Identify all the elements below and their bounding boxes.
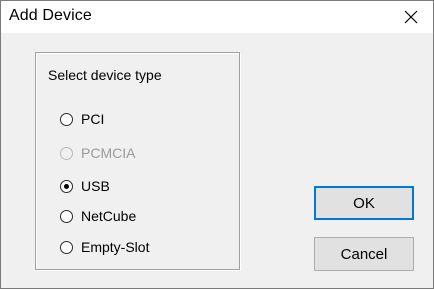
close-icon xyxy=(404,10,418,24)
radio-label: USB xyxy=(81,178,110,194)
window-title: Add Device xyxy=(9,7,92,24)
radio-usb[interactable]: USB xyxy=(60,177,110,195)
radio-label: Empty-Slot xyxy=(81,239,150,255)
groupbox-legend: Select device type xyxy=(46,67,164,83)
radio-button[interactable] xyxy=(60,112,73,126)
radio-netcube[interactable]: NetCube xyxy=(60,207,136,225)
radio-label: NetCube xyxy=(81,208,137,224)
cancel-button[interactable]: Cancel xyxy=(314,237,414,271)
radio-button[interactable] xyxy=(60,209,73,223)
radio-button xyxy=(60,146,73,160)
radio-label: PCMCIA xyxy=(81,145,136,161)
radio-pcmcia: PCMCIA xyxy=(60,144,135,162)
radio-pci[interactable]: PCI xyxy=(60,110,104,128)
radio-empty-slot[interactable]: Empty-Slot xyxy=(60,238,149,256)
radio-button[interactable] xyxy=(60,179,73,193)
radio-button[interactable] xyxy=(60,240,73,254)
close-button[interactable] xyxy=(389,1,433,33)
radio-label: PCI xyxy=(81,111,105,127)
ok-button[interactable]: OK xyxy=(314,186,414,220)
title-bar: Add Device xyxy=(1,1,433,33)
